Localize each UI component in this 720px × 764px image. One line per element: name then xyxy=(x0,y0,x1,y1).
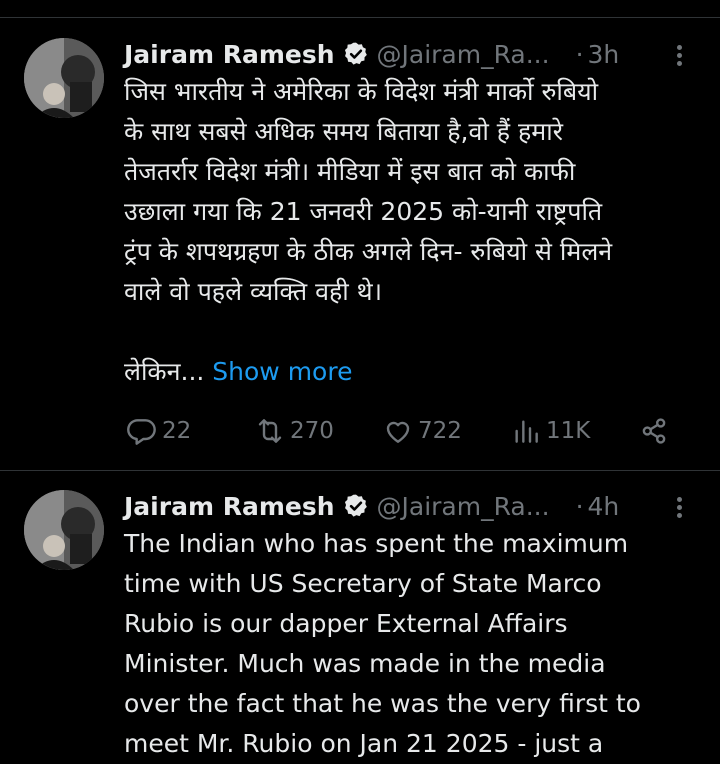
tweet-header: Jairam Ramesh @Jairam_Ra... · 4h xyxy=(124,488,619,524)
tweet-actions: 22 270 722 11K xyxy=(126,411,686,451)
tweet-text-line: Minister. Much was made in the media xyxy=(124,649,606,678)
tweet-text: जिस भारतीय ने अमेरिका के विदेश मंत्री मा… xyxy=(124,72,704,392)
retweet-button[interactable]: 270 xyxy=(254,411,334,451)
top-divider xyxy=(0,17,720,18)
avatar-image xyxy=(24,38,104,118)
avatar-image xyxy=(24,490,104,570)
views-button[interactable]: 11K xyxy=(510,411,590,451)
retweet-icon xyxy=(258,419,282,443)
retweet-count: 270 xyxy=(290,418,334,444)
tweet-text: The Indian who has spent the maximum tim… xyxy=(124,524,704,764)
like-button[interactable]: 722 xyxy=(382,411,462,451)
author-name[interactable]: Jairam Ramesh xyxy=(124,40,335,69)
reply-icon xyxy=(127,419,156,445)
tweet-text-line: time with US Secretary of State Marco xyxy=(124,569,602,598)
author-name[interactable]: Jairam Ramesh xyxy=(124,492,335,521)
tweet-text-line: उछाला गया कि 21 जनवरी 2025 को-यानी राष्ट… xyxy=(124,197,603,226)
tweet-2[interactable]: Jairam Ramesh @Jairam_Ra... · 4h The Ind… xyxy=(0,488,720,758)
author-handle[interactable]: @Jairam_Ra... xyxy=(377,40,550,69)
verified-badge-icon xyxy=(343,493,369,519)
like-count: 722 xyxy=(418,418,462,444)
timestamp[interactable]: 3h xyxy=(588,40,620,69)
tweet-text-tail: लेकिन... Show more xyxy=(124,352,704,392)
heart-icon xyxy=(386,421,410,443)
tweet-text-line: तेजतर्रार विदेश मंत्री। मीडिया में इस बा… xyxy=(124,157,576,186)
verified-badge-icon xyxy=(343,41,369,67)
reply-count: 22 xyxy=(162,418,192,444)
tweet-text-line: meet Mr. Rubio on Jan 21 2025 - just a xyxy=(124,729,604,758)
views-count: 11K xyxy=(546,418,591,444)
show-more-link[interactable]: Show more xyxy=(212,357,352,386)
share-icon xyxy=(642,418,666,444)
share-button[interactable] xyxy=(638,411,670,451)
tweet-text-truncated: लेकिन... xyxy=(124,357,205,386)
tweet-text-line: The Indian who has spent the maximum xyxy=(124,529,629,558)
more-options-icon[interactable] xyxy=(669,42,689,72)
tweet-1[interactable]: Jairam Ramesh @Jairam_Ra... · 3h जिस भार… xyxy=(0,36,720,466)
more-options-icon[interactable] xyxy=(669,494,689,524)
author-handle[interactable]: @Jairam_Ra... xyxy=(377,492,550,521)
tweet-text-line: Rubio is our dapper External Affairs xyxy=(124,609,568,638)
separator-dot: · xyxy=(575,39,584,69)
tweet-text-line: over the fact that he was the very first… xyxy=(124,689,641,718)
avatar[interactable] xyxy=(24,38,104,118)
tweet-text-line: जिस भारतीय ने अमेरिका के विदेश मंत्री मा… xyxy=(124,77,599,106)
separator-dot: · xyxy=(575,491,584,521)
tweet-text-line: वाले वो पहले व्यक्ति वही थे। xyxy=(124,277,383,306)
views-icon xyxy=(515,420,538,443)
reply-button[interactable]: 22 xyxy=(126,411,191,451)
tweet-divider xyxy=(0,470,720,471)
timestamp[interactable]: 4h xyxy=(588,492,620,521)
tweet-text-line: के साथ सबसे अधिक समय बिताया है,वो हैं हम… xyxy=(124,117,563,146)
tweet-text-line: ट्रंप के शपथग्रहण के ठीक अगले दिन- रुबिय… xyxy=(124,237,613,266)
tweet-header: Jairam Ramesh @Jairam_Ra... · 3h xyxy=(124,36,619,72)
avatar[interactable] xyxy=(24,490,104,570)
